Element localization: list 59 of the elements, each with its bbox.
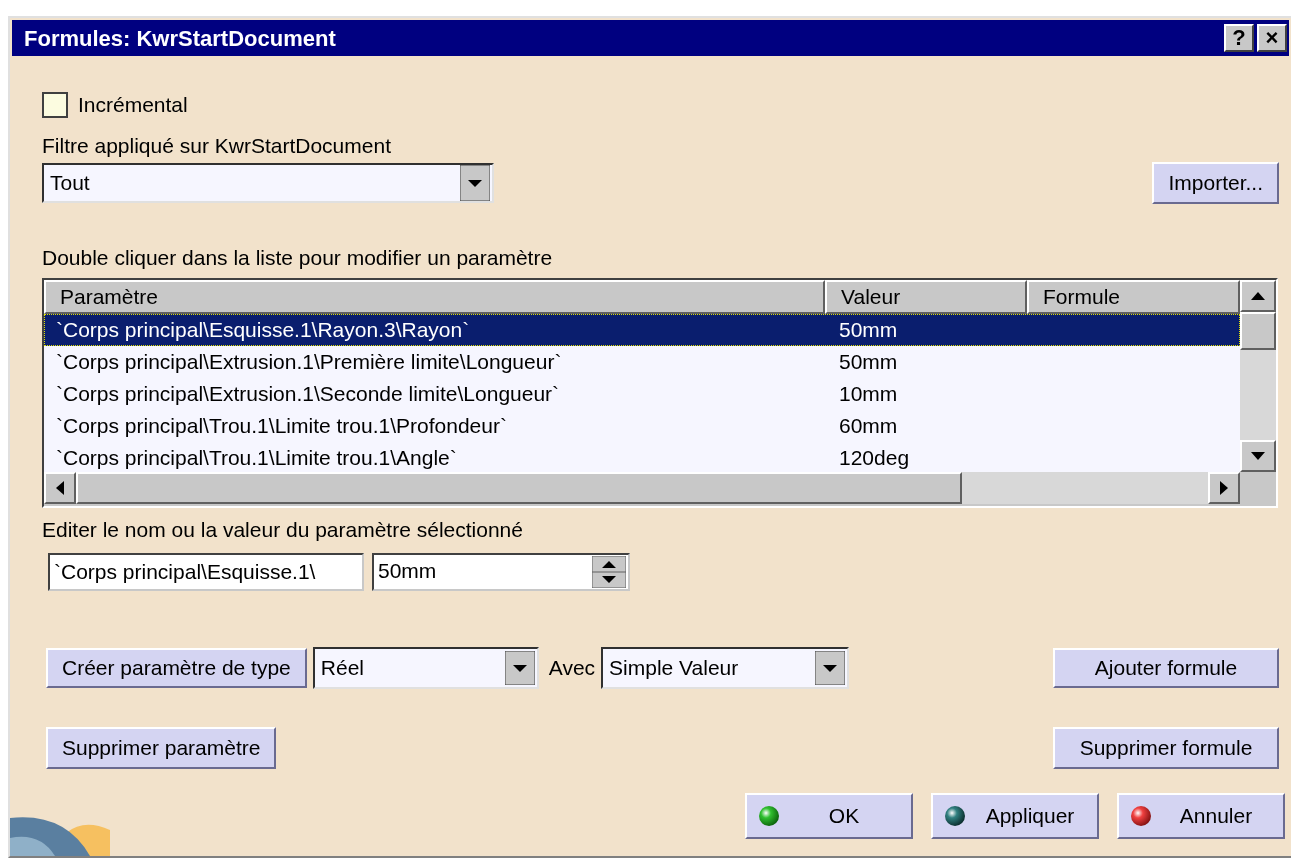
title-bar-button[interactable]: ×	[1257, 24, 1287, 52]
parameter-cell-text: `Corps principal\Trou.1\Limite trou.1\Profondeur`	[55, 412, 508, 439]
up-arrow-icon	[1251, 291, 1265, 300]
spinner-arrows-icon[interactable]	[592, 556, 626, 588]
window-title: Formules: KwrStartDocument	[24, 24, 337, 53]
filter-label: Filtre appliqué sur KwrStartDocument	[42, 134, 391, 157]
value-cell-text: 120deg	[838, 444, 911, 471]
table-row[interactable]: `Corps principal\Extrusion.1\Seconde limite\Longueur` 10mm	[44, 377, 1240, 410]
value-kind-dropdown[interactable]: Simple Valeur	[601, 647, 850, 689]
checkbox-label: Incrémental	[78, 92, 188, 119]
value-cell-text: 10mm	[838, 380, 899, 407]
value-cell-text: 50mm	[838, 316, 899, 343]
dropdown-arrow-icon	[460, 164, 490, 201]
dropdown-arrow-icon	[504, 651, 535, 685]
parameter-cell-text: `Corps principal\Esquisse.1\Rayon.3\Rayon`	[55, 316, 471, 343]
type-dropdown[interactable]: Réel	[312, 647, 539, 689]
table-row[interactable]: `Corps principal\Esquisse.1\Rayon.3\Rayon` 50mm	[44, 313, 1240, 346]
delete-parameter-button[interactable]: Supprimer paramètre	[46, 727, 277, 769]
apply-button[interactable]: Appliquer	[931, 793, 1099, 839]
left-arrow-icon	[56, 480, 64, 495]
cancel-button[interactable]: Annuler	[1117, 793, 1285, 839]
value-spin-field[interactable]: 50mm	[372, 553, 630, 591]
create-parameter-button[interactable]: Créer paramètre de type	[46, 648, 307, 688]
with-label: Avec	[548, 655, 596, 682]
ball-icon	[759, 806, 779, 826]
scroll-up-button[interactable]	[1240, 279, 1276, 312]
parameter-cell-text: `Corps principal\Extrusion.1\Première limite\Longueur`	[55, 348, 563, 375]
filter-dropdown[interactable]: Tout	[42, 162, 494, 203]
parameter-cell-text: `Corps principal\Trou.1\Limite trou.1\Angle`	[55, 444, 458, 471]
column-header[interactable]: Valeur	[825, 279, 1027, 314]
scroll-down-button[interactable]	[1240, 439, 1276, 472]
value-cell-text: 60mm	[838, 412, 899, 439]
incremental-checkbox[interactable]	[42, 92, 68, 118]
delete-formula-button[interactable]: Supprimer formule	[1053, 727, 1279, 769]
table-row[interactable]: `Corps principal\Trou.1\Limite trou.1\Profondeur` 60mm	[44, 409, 1240, 442]
scroll-thumb[interactable]	[1240, 311, 1276, 350]
horizontal-scrollbar[interactable]	[44, 471, 1240, 504]
list-caption: Double cliquer dans la liste pour modifier un paramètre	[42, 245, 553, 271]
down-arrow-icon	[1251, 451, 1265, 460]
name-field[interactable]: `Corps principal\Esquisse.1\	[48, 553, 364, 591]
table-row[interactable]: `Corps principal\Extrusion.1\Première limite\Longueur` 50mm	[44, 345, 1240, 378]
value-cell-text: 50mm	[838, 348, 899, 375]
scroll-right-button[interactable]	[1208, 471, 1240, 504]
title-bar-button[interactable]: ?	[1224, 24, 1254, 52]
ball-icon	[1131, 806, 1151, 826]
add-formula-button[interactable]: Ajouter formule	[1053, 648, 1279, 688]
scroll-thumb[interactable]	[76, 471, 962, 504]
edit-caption: Editer le nom ou la valeur du paramètre sélectionné	[42, 517, 523, 541]
ok-button[interactable]: OK	[745, 793, 913, 839]
right-arrow-icon	[1220, 480, 1228, 495]
column-header[interactable]: Formule	[1027, 279, 1240, 314]
ball-icon	[945, 806, 965, 826]
table-row[interactable]: `Corps principal\Trou.1\Limite trou.1\Angle` 120deg	[44, 441, 1240, 472]
scroll-left-button[interactable]	[44, 471, 76, 504]
parameter-cell-text: `Corps principal\Extrusion.1\Seconde limite\Longueur`	[55, 380, 561, 407]
column-header[interactable]: Paramètre	[44, 279, 825, 314]
import-button[interactable]: Importer...	[1152, 161, 1279, 204]
dropdown-arrow-icon	[815, 651, 846, 685]
vertical-scrollbar[interactable]	[1240, 279, 1276, 472]
